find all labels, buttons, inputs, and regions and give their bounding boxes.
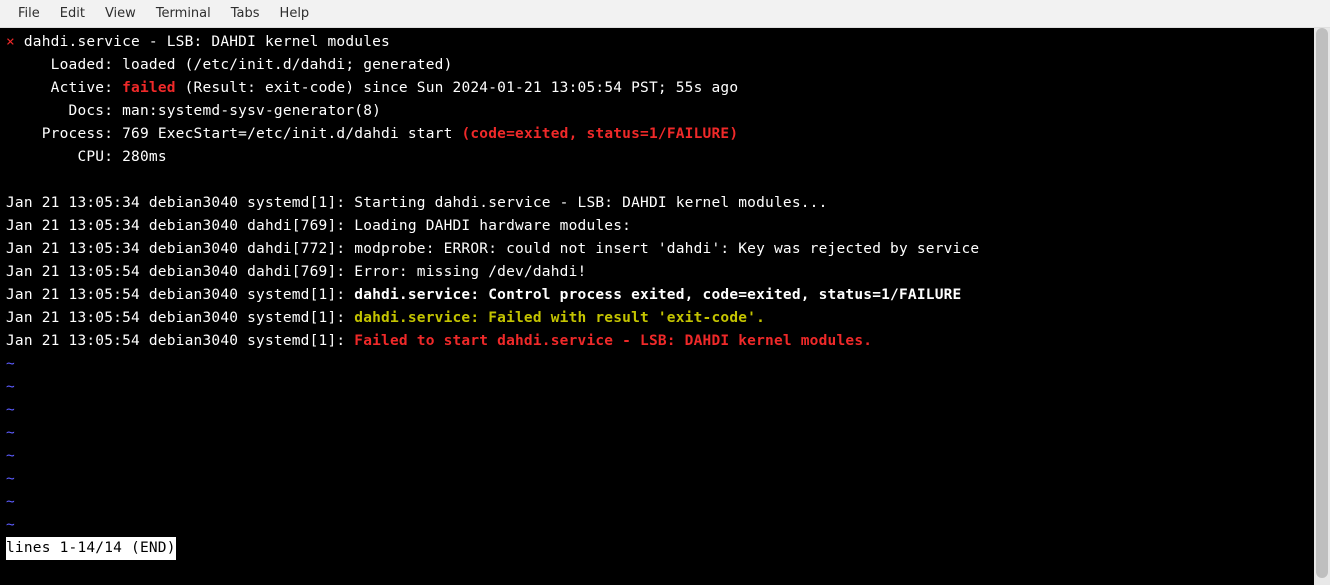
menu-terminal[interactable]: Terminal (146, 2, 221, 25)
menu-help[interactable]: Help (270, 2, 320, 25)
process-label: Process: (6, 126, 122, 142)
log-line-2-text: Loading DAHDI hardware modules: (354, 218, 631, 234)
loaded-value: loaded (/etc/init.d/dahdi; generated) (122, 57, 452, 73)
log-line-2-prefix: Jan 21 13:05:34 debian3040 dahdi[769]: (6, 218, 354, 234)
log-line-4-prefix: Jan 21 13:05:54 debian3040 dahdi[769]: (6, 264, 354, 280)
log-line-6-text: dahdi.service: Failed with result 'exit-… (354, 310, 765, 326)
pager-tilde: ~ (6, 379, 15, 395)
menubar: File Edit View Terminal Tabs Help (0, 0, 1330, 28)
log-line-5-prefix: Jan 21 13:05:54 debian3040 systemd[1]: (6, 287, 354, 303)
log-line-4-text: Error: missing /dev/dahdi! (354, 264, 586, 280)
menu-view[interactable]: View (95, 2, 146, 25)
log-line-6-prefix: Jan 21 13:05:54 debian3040 systemd[1]: (6, 310, 354, 326)
cpu-label: CPU: (6, 149, 122, 165)
service-title: dahdi.service - LSB: DAHDI kernel module… (15, 34, 390, 50)
process-value: 769 ExecStart=/etc/init.d/dahdi start (122, 126, 461, 142)
active-rest: (Result: exit-code) since Sun 2024-01-21… (176, 80, 739, 96)
log-line-5-text: dahdi.service: Control process exited, c… (354, 287, 961, 303)
pager-tilde: ~ (6, 448, 15, 464)
log-line-1-text: Starting dahdi.service - LSB: DAHDI kern… (354, 195, 827, 211)
menu-file[interactable]: File (8, 2, 50, 25)
log-line-1-prefix: Jan 21 13:05:34 debian3040 systemd[1]: (6, 195, 354, 211)
scrollbar-track[interactable] (1314, 28, 1330, 585)
log-line-7-text: Failed to start dahdi.service - LSB: DAH… (354, 333, 872, 349)
active-label: Active: (6, 80, 122, 96)
docs-value: man:systemd-sysv-generator(8) (122, 103, 381, 119)
pager-tilde: ~ (6, 425, 15, 441)
menu-edit[interactable]: Edit (50, 2, 95, 25)
log-line-3-text: modprobe: ERROR: could not insert 'dahdi… (354, 241, 979, 257)
pager-status-line: lines 1-14/14 (END) (6, 537, 176, 560)
docs-label: Docs: (6, 103, 122, 119)
pager-tilde: ~ (6, 471, 15, 487)
log-line-3-prefix: Jan 21 13:05:34 debian3040 dahdi[772]: (6, 241, 354, 257)
pager-tilde: ~ (6, 402, 15, 418)
process-fail: (code=exited, status=1/FAILURE) (461, 126, 738, 142)
log-line-7-prefix: Jan 21 13:05:54 debian3040 systemd[1]: (6, 333, 354, 349)
menu-tabs[interactable]: Tabs (221, 2, 270, 25)
loaded-label: Loaded: (6, 57, 122, 73)
status-dot-icon: × (6, 34, 15, 50)
pager-tilde: ~ (6, 494, 15, 510)
cpu-value: 280ms (122, 149, 167, 165)
scrollbar-thumb[interactable] (1316, 28, 1328, 578)
pager-tilde: ~ (6, 517, 15, 533)
pager-tilde: ~ (6, 356, 15, 372)
active-failed: failed (122, 80, 176, 96)
terminal-output[interactable]: × dahdi.service - LSB: DAHDI kernel modu… (0, 28, 1314, 585)
